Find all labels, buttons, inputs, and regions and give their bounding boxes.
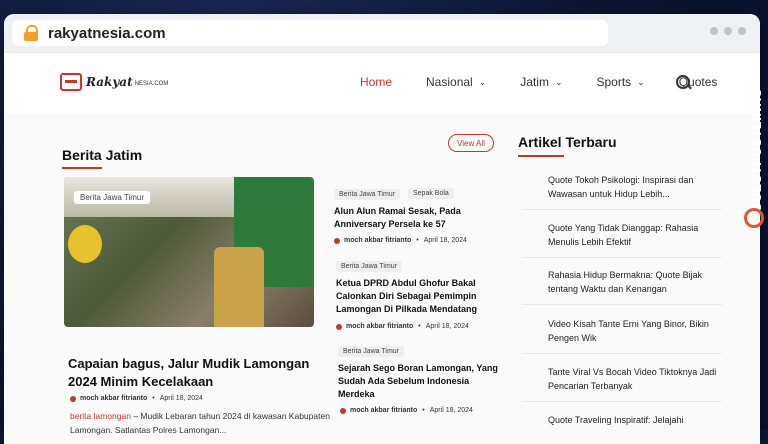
sidebar-article[interactable]: Quote Yang Tidak Dianggap: Rahasia Menul… [522, 221, 722, 258]
category-chip[interactable]: Berita Jawa Timur [334, 189, 401, 200]
article-meta: moch akbar fitrianto • April 18, 2024 [340, 407, 473, 414]
view-all-button[interactable]: View All [448, 134, 494, 152]
post-date: April 18, 2024 [159, 395, 203, 402]
article-title[interactable]: Sejarah Sego Boran Lamongan, Yang Sudah … [338, 362, 498, 401]
category-chip[interactable]: Berita Jawa Timur [338, 346, 405, 357]
article-meta: moch akbar fitrianto • April 18, 2024 [334, 237, 467, 244]
author-avatar [334, 237, 340, 244]
site-logo[interactable]: Rakyat NESIA.COM [60, 73, 168, 91]
section-title-berita-jatim: Berita Jatim [62, 147, 143, 163]
nav-item-jatim[interactable]: Jatim ⌄ [520, 75, 562, 89]
logo-text: Rakyat [86, 75, 133, 89]
article-meta: moch akbar fitrianto • April 18, 2024 [336, 323, 469, 330]
featured-category-tag[interactable]: Berita Jawa Timur [74, 191, 151, 204]
logo-subtext: NESIA.COM [134, 81, 169, 87]
sidebar-article[interactable]: Quote Tokoh Psikologi: Inspirasi dan Waw… [522, 173, 722, 210]
window-controls [710, 27, 746, 35]
watermark-text: GUESTPOSTLINKS [750, 87, 764, 212]
nav-item-nasional[interactable]: Nasional ⌄ [426, 75, 486, 89]
sidebar-article[interactable]: Tante Viral Vs Bocah Video Tiktoknya Jad… [522, 365, 722, 402]
lock-icon [24, 25, 38, 41]
search-icon[interactable] [676, 75, 690, 89]
excerpt-category-link[interactable]: berita lamongan [70, 411, 131, 421]
chevron-down-icon: ⌄ [478, 76, 487, 87]
browser-window: rakyatnesia.com Rakyat NESIA.COM Home Na… [4, 14, 760, 444]
post-date: April 18, 2024 [425, 323, 469, 330]
article-title[interactable]: Ketua DPRD Abdul Ghofur Bakal Calonkan D… [336, 277, 496, 316]
browser-chrome: rakyatnesia.com [4, 14, 760, 53]
sidebar-article[interactable]: Rahasia Hidup Bermakna: Quote Bijak tent… [522, 268, 722, 305]
article-title[interactable]: Alun Alun Ramai Sesak, Pada Anniversary … [334, 205, 484, 231]
main-menu: Home Nasional ⌄ Jatim ⌄ Sports ⌄ Quotes [360, 75, 751, 89]
sidebar-article[interactable]: Quote Traveling Inspiratif: Jelajahi [522, 413, 722, 433]
category-chip[interactable]: Berita Jawa Timur [336, 261, 403, 272]
chevron-down-icon: ⌄ [554, 76, 563, 87]
author-avatar [336, 323, 342, 330]
sidebar-article[interactable]: Video Kisah Tante Erni Yang Binor, Bikin… [522, 317, 722, 354]
featured-title[interactable]: Capaian bagus, Jalur Mudik Lamongan 2024… [68, 355, 328, 391]
author-avatar [340, 407, 346, 414]
author-name[interactable]: moch akbar fitrianto [344, 237, 411, 244]
window-dot-icon[interactable] [738, 27, 746, 35]
featured-excerpt: berita lamongan – Mudik Lebaran tahun 20… [70, 409, 330, 437]
chain-link-icon [744, 208, 764, 228]
post-date: April 18, 2024 [423, 237, 467, 244]
section-underline [62, 167, 102, 169]
author-name[interactable]: moch akbar fitrianto [350, 407, 417, 414]
section-title-artikel-terbaru: Artikel Terbaru [518, 134, 617, 150]
author-name[interactable]: moch akbar fitrianto [346, 323, 413, 330]
featured-meta: moch akbar fitrianto • April 18, 2024 [70, 395, 203, 402]
address-bar[interactable]: rakyatnesia.com [12, 20, 608, 46]
author-avatar [70, 395, 76, 402]
url-text: rakyatnesia.com [48, 24, 166, 42]
logo-mark-icon [60, 73, 82, 91]
window-dot-icon[interactable] [724, 27, 732, 35]
section-underline [518, 155, 564, 157]
nav-item-sports[interactable]: Sports ⌄ [596, 75, 644, 89]
author-name[interactable]: moch akbar fitrianto [80, 395, 147, 402]
guestpostlinks-watermark: GUESTPOSTLINKS [742, 36, 764, 236]
main-content: Berita Jatim View All Berita Jawa Timur … [4, 113, 760, 444]
window-dot-icon[interactable] [710, 27, 718, 35]
featured-image[interactable]: Berita Jawa Timur [64, 177, 314, 327]
chevron-down-icon: ⌄ [637, 76, 645, 87]
category-chip[interactable]: Sepak Bola [408, 188, 454, 199]
nav-item-home[interactable]: Home [360, 75, 392, 89]
post-date: April 18, 2024 [429, 407, 473, 414]
site-header: Rakyat NESIA.COM Home Nasional ⌄ Jatim ⌄ S… [4, 53, 760, 114]
